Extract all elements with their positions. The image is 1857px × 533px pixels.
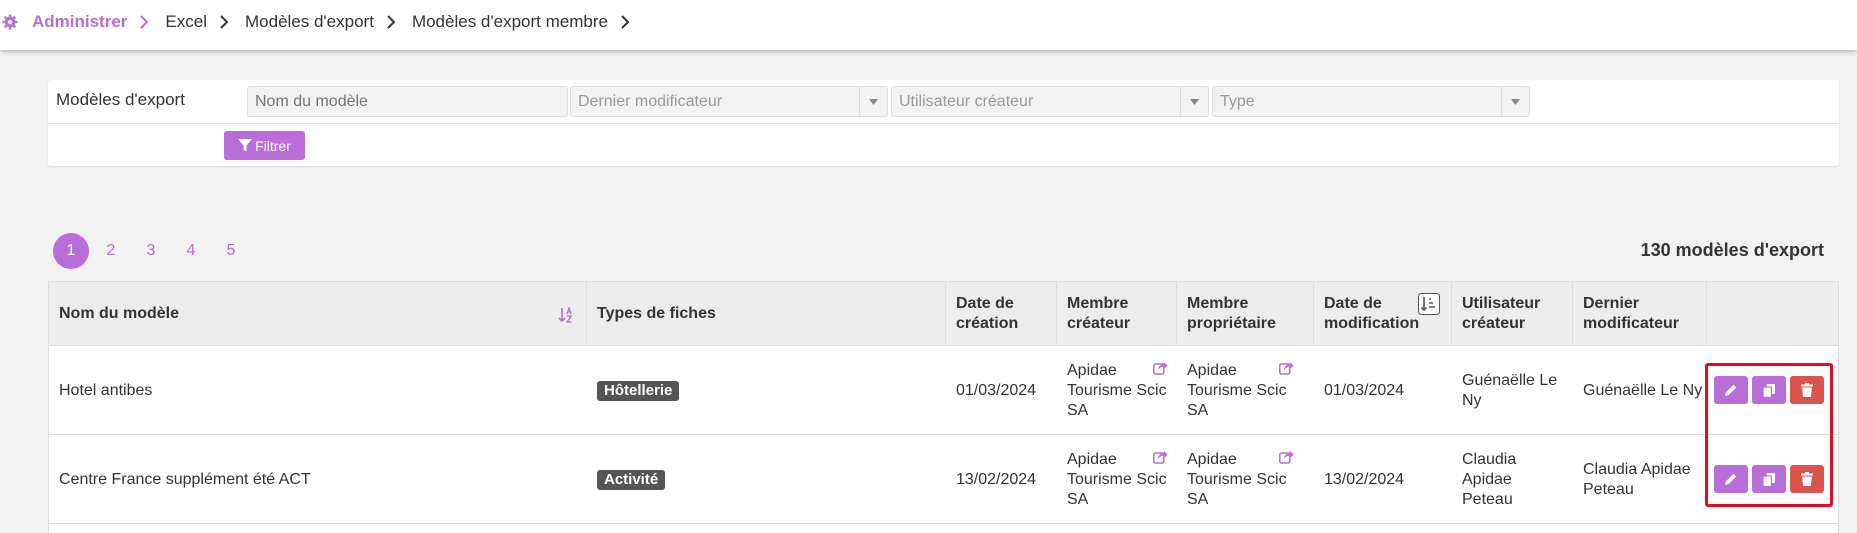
top-bar: Administrer Excel Modèles d'export Modèl…: [0, 0, 1857, 50]
trash-icon: [1801, 472, 1813, 486]
filter-panel: Modèles d'export Dernier modificateur Ut…: [48, 80, 1839, 166]
gear-icon: [2, 14, 18, 30]
external-link-icon[interactable]: [1279, 450, 1294, 464]
cell-modified: 01/03/2024: [1324, 381, 1405, 399]
member-owner-text: Apidae Tourisme Scic SA: [1187, 450, 1287, 508]
page-4[interactable]: 4: [173, 233, 209, 269]
cell-last-modifier: Guénaëlle Le Ny: [1583, 381, 1703, 399]
cell-member-owner: Apidae Tourisme Scic SA: [1177, 346, 1314, 435]
cell-type: Activité: [587, 435, 946, 524]
duplicate-button[interactable]: [1752, 465, 1786, 493]
header-last-modifier: Dernier modificateur: [1573, 282, 1707, 346]
cell-member-creator: Apidae Tourisme Scic SA: [1057, 435, 1177, 524]
breadcrumb-excel[interactable]: Excel: [165, 12, 207, 32]
sort-alpha-icon[interactable]: [558, 307, 574, 323]
external-link-icon[interactable]: [1153, 361, 1168, 375]
results-count: 130 modèles d'export: [1640, 240, 1824, 260]
member-owner-text: Apidae Tourisme Scic SA: [1187, 361, 1287, 419]
page-3[interactable]: 3: [133, 233, 169, 269]
header-member-creator-label: Membre créateur: [1067, 295, 1131, 332]
export-models-table: Nom du modèle Types de fiches Date de cr…: [48, 281, 1839, 533]
filter-divider: [48, 123, 1839, 124]
duplicate-button[interactable]: [1752, 376, 1786, 404]
external-link-icon[interactable]: [1153, 450, 1168, 464]
chevron-right-icon: [219, 15, 229, 29]
header-actions: [1707, 282, 1838, 346]
funnel-icon: [238, 139, 253, 152]
type-select[interactable]: Type: [1212, 86, 1530, 117]
type-placeholder: Type: [1220, 93, 1255, 110]
page-2[interactable]: 2: [93, 233, 129, 269]
cell-created: 13/02/2024: [956, 470, 1037, 488]
filter-title: Modèles d'export: [56, 90, 185, 109]
filter-button[interactable]: Filtrer: [224, 131, 305, 160]
header-last-modifier-label: Dernier modificateur: [1583, 295, 1680, 332]
cell-user-creator: Guénaëlle Le Ny: [1452, 346, 1573, 435]
table-row: Centre France supplément été ACT Activit…: [49, 435, 1838, 524]
pencil-icon: [1724, 383, 1738, 397]
header-member-creator: Membre créateur: [1057, 282, 1177, 346]
edit-button[interactable]: [1714, 465, 1748, 493]
cell-created: 01/03/2024: [956, 381, 1037, 399]
type-badge: Activité: [597, 469, 666, 490]
user-creator-text: Claudia Apidae Peteau: [1462, 450, 1517, 508]
breadcrumb: Administrer Excel Modèles d'export Modèl…: [0, 0, 646, 44]
model-name-input[interactable]: [247, 86, 568, 117]
copy-icon: [1762, 472, 1776, 487]
type-badge: Hôtellerie: [597, 380, 680, 401]
cell-member-owner: Apidae Tourisme Scic SA: [1177, 435, 1314, 524]
header-user-creator-label: Utilisateur créateur: [1462, 295, 1541, 332]
header-types: Types de fiches: [587, 282, 946, 346]
cell-name: Centre France supplément été ACT: [59, 470, 311, 488]
header-user-creator: Utilisateur créateur: [1452, 282, 1573, 346]
dropdown-arrow-icon: [1180, 87, 1208, 116]
table-header: Nom du modèle Types de fiches Date de cr…: [49, 282, 1838, 346]
chevron-right-icon: [386, 15, 396, 29]
user-creator-text: Guénaëlle Le Ny: [1462, 371, 1558, 409]
breadcrumb-modeles-export-membre[interactable]: Modèles d'export membre: [412, 12, 608, 32]
header-name[interactable]: Nom du modèle: [49, 282, 587, 346]
sort-desc-icon[interactable]: [1418, 293, 1440, 315]
chevron-right-icon: [620, 15, 630, 29]
creator-user-placeholder: Utilisateur créateur: [899, 93, 1034, 110]
breadcrumb-modeles-export[interactable]: Modèles d'export: [245, 12, 374, 32]
header-created[interactable]: Date de création: [946, 282, 1057, 346]
last-modifier-text: Claudia Apidae Peteau: [1583, 460, 1691, 498]
cell-member-creator: Apidae Tourisme Scic SA: [1057, 346, 1177, 435]
page-1[interactable]: 1: [53, 233, 89, 269]
chevron-right-icon: [139, 15, 149, 29]
header-member-owner-label: Membre propriétaire: [1187, 295, 1276, 332]
header-name-label: Nom du modèle: [59, 305, 180, 322]
last-modifier-select[interactable]: Dernier modificateur: [570, 86, 888, 117]
header-created-label: Date de création: [956, 295, 1019, 332]
dropdown-arrow-icon: [859, 87, 887, 116]
dropdown-arrow-icon: [1501, 87, 1529, 116]
external-link-icon[interactable]: [1279, 361, 1294, 375]
last-modifier-placeholder: Dernier modificateur: [578, 93, 723, 110]
cell-user-creator: Claudia Apidae Peteau: [1452, 435, 1573, 524]
pagination: 1 2 3 4 5: [53, 233, 253, 269]
pencil-icon: [1724, 472, 1738, 486]
cell-type: Hôtellerie: [587, 346, 946, 435]
delete-button[interactable]: [1790, 376, 1824, 404]
header-modified[interactable]: Date de modification: [1314, 282, 1452, 346]
creator-user-select[interactable]: Utilisateur créateur: [891, 86, 1209, 117]
filter-button-label: Filtrer: [255, 137, 291, 154]
header-types-label: Types de fiches: [597, 305, 716, 322]
delete-button[interactable]: [1790, 465, 1824, 493]
header-member-owner: Membre propriétaire: [1177, 282, 1314, 346]
trash-icon: [1801, 383, 1813, 397]
cell-name: Hotel antibes: [59, 381, 153, 399]
table-row: Hotel antibes Hôtellerie 01/03/2024 Apid…: [49, 346, 1838, 435]
copy-icon: [1762, 383, 1776, 398]
cell-last-modifier: Claudia Apidae Peteau: [1573, 435, 1707, 524]
page-5[interactable]: 5: [213, 233, 249, 269]
breadcrumb-administrer[interactable]: Administrer: [32, 12, 127, 32]
edit-button[interactable]: [1714, 376, 1748, 404]
cell-modified: 13/02/2024: [1324, 470, 1405, 488]
